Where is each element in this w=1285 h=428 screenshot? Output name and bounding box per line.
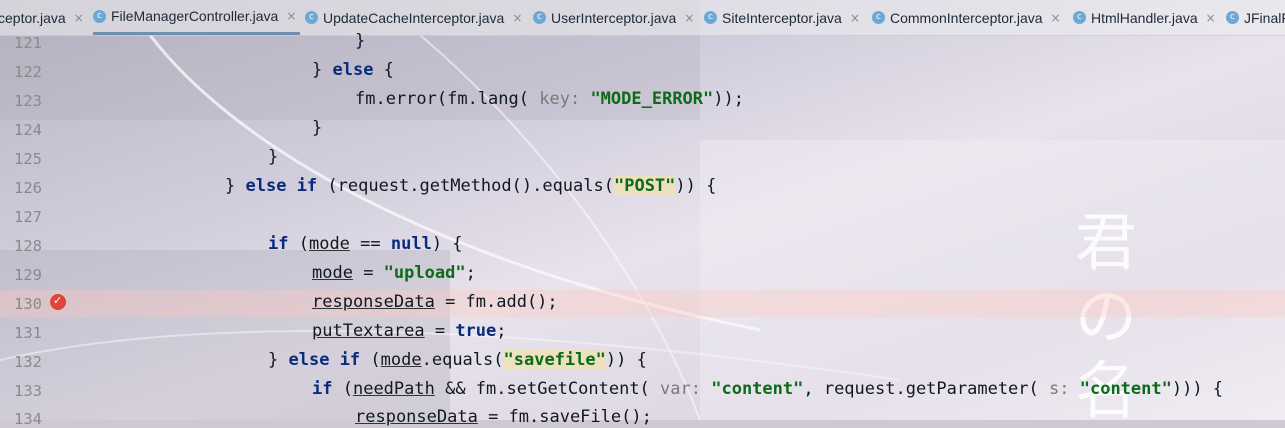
tab-label: JFinalFi — [1244, 9, 1285, 26]
tab-htmlhandler[interactable]: c HtmlHandler.java × — [1073, 0, 1216, 35]
close-icon[interactable]: × — [286, 9, 296, 23]
code-line-132[interactable]: } else if (mode.equals("savefile")) { — [268, 350, 647, 370]
code-line-129[interactable]: mode = "upload"; — [312, 263, 476, 283]
param-hint: var: — [660, 379, 701, 399]
code-line-125[interactable]: } — [268, 147, 278, 167]
line-number: 133 — [14, 382, 42, 400]
tab-label: SiteInterceptor.java — [722, 9, 842, 26]
tab-jfinalfi[interactable]: c JFinalFi — [1226, 0, 1285, 35]
current-line-highlight — [0, 290, 1285, 317]
tab-label: CommonInterceptor.java — [890, 9, 1043, 26]
line-number: 128 — [14, 237, 42, 255]
close-icon[interactable]: × — [684, 11, 694, 25]
code-line-123[interactable]: fm.error(fm.lang( key: "MODE_ERROR")); — [355, 89, 744, 109]
param-hint: key: — [539, 89, 581, 109]
line-number: 125 — [14, 150, 42, 168]
tab-updatecacheinterceptor[interactable]: c UpdateCacheInterceptor.java × — [305, 0, 522, 35]
param-hint: s: — [1049, 379, 1070, 399]
check-icon: ✓ — [53, 294, 63, 307]
tab-ceptor[interactable]: ceptor.java × — [0, 0, 84, 35]
close-icon[interactable]: × — [1206, 11, 1216, 25]
line-number: 122 — [14, 63, 42, 81]
close-icon[interactable]: × — [1051, 11, 1061, 25]
line-number: 124 — [14, 121, 42, 139]
line-number: 134 — [14, 410, 42, 428]
code-line-128[interactable]: if (mode == null) { — [268, 234, 463, 254]
code-line-131[interactable]: putTextarea = true; — [312, 321, 507, 341]
close-icon[interactable]: × — [512, 11, 522, 25]
class-icon: c — [1226, 11, 1239, 24]
tab-commoninterceptor[interactable]: c CommonInterceptor.java × — [872, 0, 1061, 35]
tab-siteinterceptor[interactable]: c SiteInterceptor.java × — [704, 0, 860, 35]
class-icon: c — [872, 11, 885, 24]
tab-label: UpdateCacheInterceptor.java — [323, 9, 505, 26]
class-icon: c — [305, 11, 318, 24]
class-icon: c — [533, 11, 546, 24]
tab-userinterceptor[interactable]: c UserInterceptor.java × — [533, 0, 694, 35]
tab-label: UserInterceptor.java — [551, 9, 677, 26]
code-line-122[interactable]: } else { — [312, 60, 394, 80]
code-line-130[interactable]: responseData = fm.add(); — [312, 292, 558, 312]
code-line-126[interactable]: } else if (request.getMethod().equals("P… — [225, 176, 716, 196]
line-number: 123 — [14, 92, 42, 110]
editor-tab-bar: ceptor.java × c FileManagerController.ja… — [0, 0, 1285, 36]
class-icon: c — [93, 9, 106, 23]
code-line-124[interactable]: } — [312, 118, 322, 138]
breakpoint-icon[interactable]: ✓ — [50, 294, 66, 310]
tab-filemanagercontroller[interactable]: c FileManagerController.java × — [93, 0, 301, 35]
line-number: 126 — [14, 179, 42, 197]
line-number: 121 — [14, 34, 42, 52]
class-icon: c — [704, 11, 717, 24]
code-line-133[interactable]: if (needPath && fm.setGetContent( var: "… — [312, 379, 1223, 399]
close-icon[interactable]: × — [74, 11, 84, 25]
tab-label: FileManagerController.java — [111, 8, 279, 24]
code-line-134[interactable]: responseData = fm.saveFile(); — [355, 407, 652, 427]
line-number: 130 — [14, 295, 42, 313]
code-line-121[interactable]: } — [355, 31, 365, 51]
close-icon[interactable]: × — [850, 11, 860, 25]
line-number: 127 — [14, 208, 42, 226]
tab-label: HtmlHandler.java — [1091, 9, 1198, 26]
line-number: 129 — [14, 266, 42, 284]
line-number: 131 — [14, 324, 42, 342]
class-icon: c — [1073, 11, 1086, 24]
line-number: 132 — [14, 353, 42, 371]
tab-label: ceptor.java — [0, 9, 66, 26]
